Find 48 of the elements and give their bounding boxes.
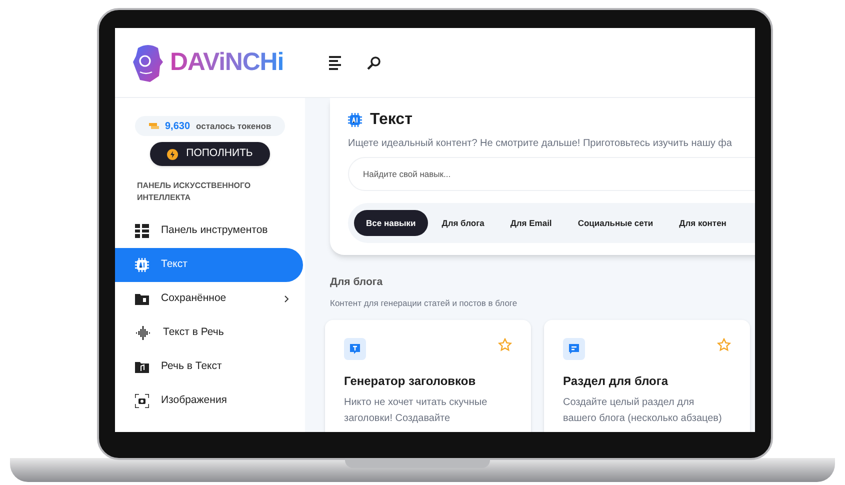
lightning-icon xyxy=(167,148,178,160)
sidebar-item-label: Панель инструментов xyxy=(161,223,269,238)
star-icon[interactable] xyxy=(498,338,512,352)
card-title: Раздел для блога xyxy=(563,372,670,390)
skill-card[interactable]: Раздел для блога Создайте целый раздел для вашего блога (несколько абзацев) xyxy=(544,320,750,432)
coins-icon xyxy=(149,122,159,130)
menu-toggle-icon[interactable] xyxy=(329,56,341,70)
filter-tab[interactable]: Для Email xyxy=(498,210,564,236)
ai-chip-icon xyxy=(135,258,149,272)
token-count: 9,630 xyxy=(165,120,190,134)
filter-tab[interactable]: Социальные сети xyxy=(566,210,666,236)
dashboard-icon xyxy=(135,224,149,238)
sidebar-item-label: Текст xyxy=(161,257,188,272)
text-bubble-icon xyxy=(344,338,366,360)
sidebar-item-label: Текст в Речь xyxy=(163,325,225,340)
sidebar-item-label: Изображения xyxy=(161,393,228,408)
page-title: Текст xyxy=(370,110,412,130)
robot-head-logo-icon xyxy=(132,44,164,82)
star-icon[interactable] xyxy=(717,338,731,352)
ai-chip-icon xyxy=(348,113,362,127)
card-description: Никто не хочет читать скучные заголовки! Создавайте xyxy=(344,396,488,426)
music-folder-icon xyxy=(135,361,149,373)
card-title: Генератор заголовков xyxy=(344,372,477,390)
sidebar-item-label: Речь в Текст xyxy=(161,359,223,374)
sidebar-item[interactable]: Речь в Текст xyxy=(115,350,303,384)
sidebar-item[interactable]: Текст в Речь xyxy=(115,316,303,350)
sidebar-section-title: ПАНЕЛЬ ИСКУССТВЕННОГО ИНТЕЛЛЕКТА xyxy=(137,180,252,204)
filter-tab[interactable]: Для блога xyxy=(430,210,496,236)
section-subtitle: Контент для генерации статей и постов в блоге xyxy=(330,296,518,310)
image-scan-icon xyxy=(135,394,149,408)
token-label: осталось токенов xyxy=(196,120,272,132)
section-title: Для блога xyxy=(330,275,384,290)
filter-tab[interactable]: Все навыки xyxy=(354,210,428,236)
sound-wave-icon xyxy=(135,326,151,340)
skill-search-field[interactable]: Найдите свой навык... xyxy=(348,157,755,191)
sidebar-item-label: Сохранённое xyxy=(161,291,228,306)
page-subtitle: Ищете идеальный контент? Не смотрите дальше! Приготовьтесь изучить нашу фа xyxy=(348,137,733,151)
sidebar-item[interactable]: Сохранённое xyxy=(115,282,303,316)
skill-card[interactable]: Генератор заголовков Никто не хочет читать скучные заголовки! Создавайте xyxy=(325,320,531,432)
top-up-button[interactable]: ПОПОЛНИТЬ xyxy=(150,142,270,166)
filter-tab[interactable]: Для контен xyxy=(667,210,738,236)
sidebar-item[interactable]: Текст xyxy=(115,248,303,282)
sidebar-item[interactable]: Изображения xyxy=(115,384,303,418)
sidebar-item[interactable]: Панель инструментов xyxy=(115,214,303,248)
card-description: Создайте целый раздел для вашего блога (несколько абзацев) xyxy=(563,396,723,426)
message-bubble-icon xyxy=(563,338,585,360)
search-icon[interactable] xyxy=(367,56,381,70)
folder-icon xyxy=(135,293,149,305)
